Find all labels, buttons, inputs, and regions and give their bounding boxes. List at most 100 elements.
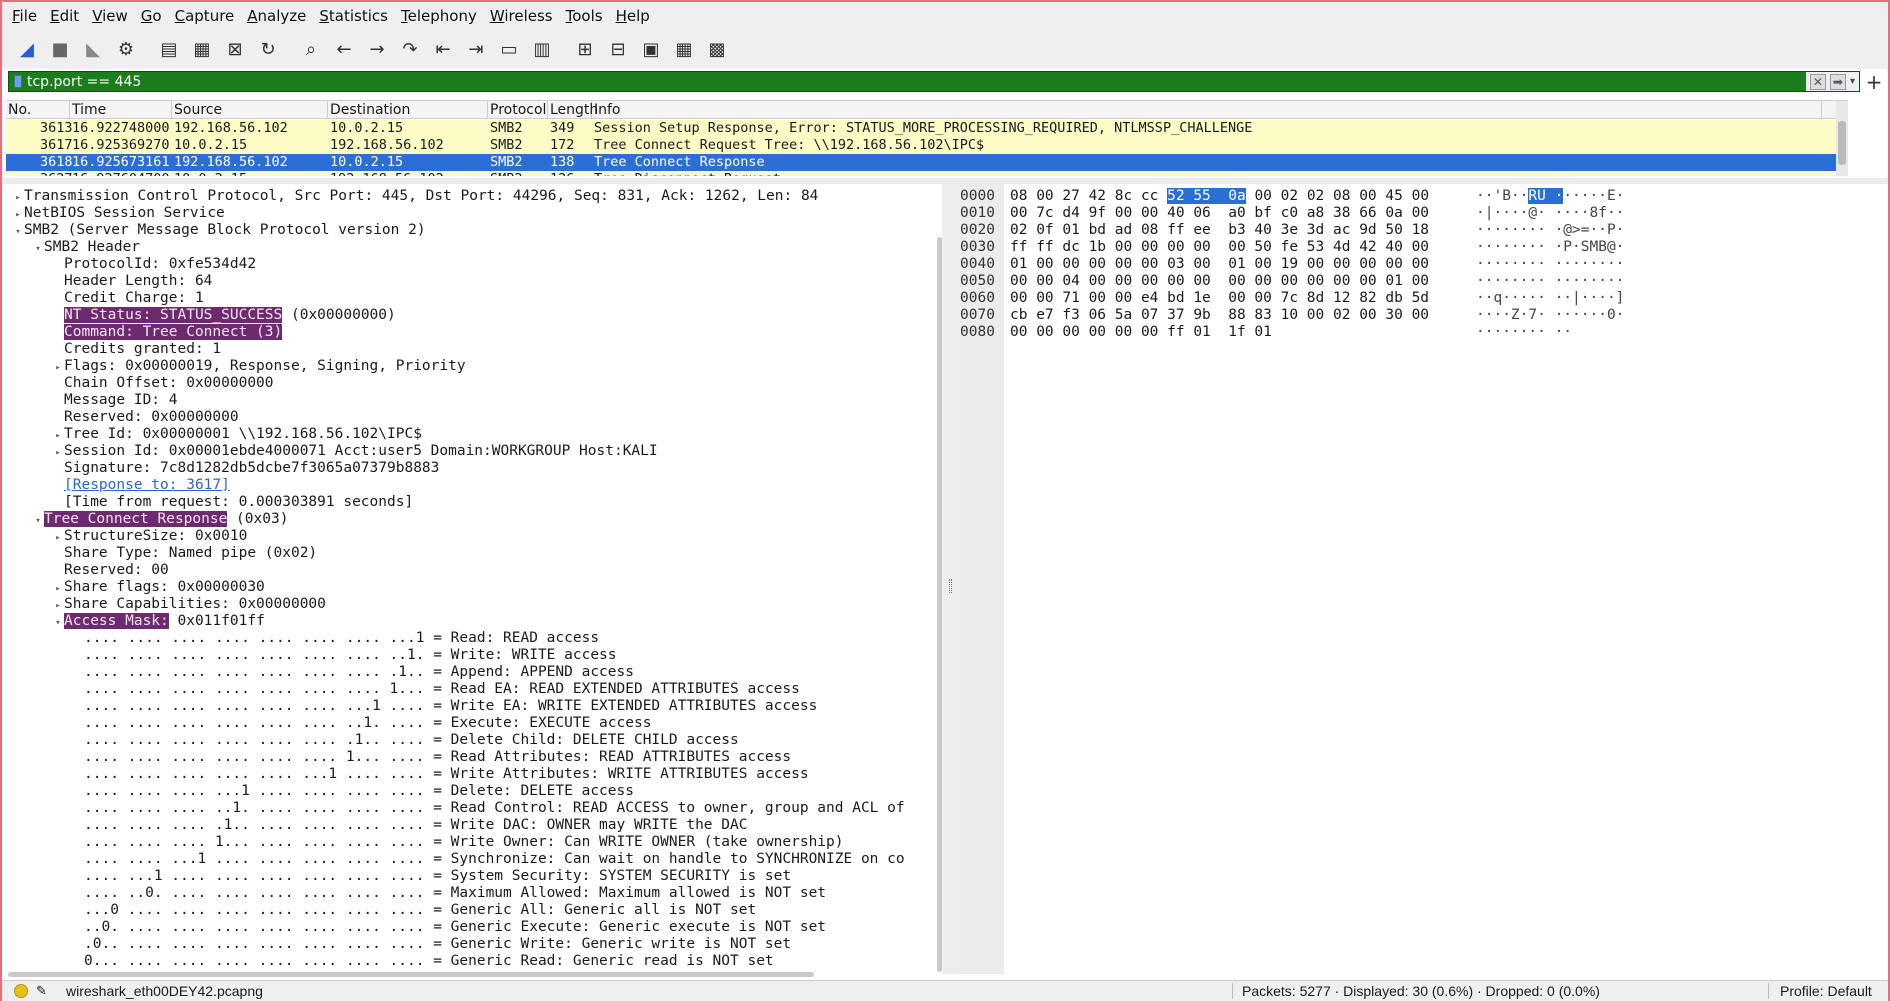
ascii-bytes[interactable]: ········ ·@>=··P· — [1476, 222, 1624, 239]
detail-tree-item[interactable]: ▸ Flags: 0x00000019, Response, Signing, P… — [52, 358, 465, 375]
collapse-arrow-icon[interactable]: ▾ — [32, 513, 44, 530]
packet-row[interactable]: 3613 16.922748000 192.168.56.102 10.0.2.15 S… — [6, 120, 1848, 137]
column-header-destination[interactable]: Destination — [328, 101, 488, 119]
hex-bytes[interactable]: 00 00 71 00 00 e4 bd 1e 00 00 7c 8d 12 8… — [1010, 290, 1429, 307]
hex-bytes[interactable]: 01 00 00 00 00 00 03 00 01 00 19 00 00 0… — [1010, 256, 1429, 273]
stop-icon[interactable]: ■ — [45, 34, 75, 64]
ascii-bytes[interactable]: ········ ·· — [1476, 324, 1572, 341]
detail-tree-item[interactable]: .... .... .... .... .... .... .... 1... … — [72, 681, 800, 698]
save-file-icon[interactable]: ▦ — [187, 34, 217, 64]
close-file-icon[interactable]: ⊠ — [220, 34, 250, 64]
detail-tree-item[interactable]: Command: Tree Connect (3) — [52, 324, 283, 341]
detail-tree-item[interactable]: ▾ Tree Connect Response (0x03) — [32, 511, 288, 528]
filter-history-icon[interactable]: ▾ — [1850, 76, 1855, 87]
packet-list-scrollbar[interactable] — [1836, 101, 1848, 176]
ascii-bytes[interactable]: ··'B··RU ······E· — [1476, 188, 1624, 205]
detail-tree-item[interactable]: ▸ Share flags: 0x00000030 — [52, 579, 265, 596]
colorize-icon[interactable]: ▥ — [527, 34, 557, 64]
ascii-bytes[interactable]: ········ ········ — [1476, 273, 1624, 290]
apply-filter-icon[interactable]: ➡ — [1829, 73, 1846, 90]
detail-tree-item[interactable]: ▸ StructureSize: 0x0010 — [52, 528, 247, 545]
detail-tree-item[interactable]: .... .... .... .... .... .... ...1 .... … — [72, 698, 817, 715]
menu-go[interactable]: Go — [141, 7, 162, 25]
column-header-length[interactable]: Length — [548, 101, 598, 119]
restart-capture-icon[interactable]: ◣ — [78, 34, 108, 64]
detail-tree-item[interactable]: .0.. .... .... .... .... .... .... .... … — [72, 936, 791, 953]
menu-analyze[interactable]: Analyze — [247, 7, 306, 25]
detail-tree-item[interactable]: ...0 .... .... .... .... .... .... .... … — [72, 902, 756, 919]
menu-capture[interactable]: Capture — [175, 7, 235, 25]
collapse-arrow-icon[interactable]: ▾ — [12, 224, 24, 241]
reload-icon[interactable]: ↻ — [253, 34, 283, 64]
ascii-bytes[interactable]: ··q····· ··|····] — [1476, 290, 1624, 307]
detail-tree-item[interactable]: Share Type: Named pipe (0x02) — [52, 545, 317, 562]
detail-tree-item[interactable]: .... ...1 .... .... .... .... .... .... … — [72, 868, 791, 885]
column-header-protocol[interactable]: Protocol — [488, 101, 548, 119]
column-header-no[interactable]: No. — [6, 101, 70, 119]
detail-tree-item[interactable]: Message ID: 4 — [52, 392, 178, 409]
hex-bytes[interactable]: ff ff dc 1b 00 00 00 00 00 50 fe 53 4d 4… — [1010, 239, 1429, 256]
menu-statistics[interactable]: Statistics — [319, 7, 388, 25]
column-header-time[interactable]: Time — [70, 101, 172, 119]
expert-info-icon[interactable] — [14, 984, 28, 998]
hex-bytes[interactable]: 00 00 00 00 00 00 ff 01 1f 01 — [1010, 324, 1272, 341]
resize-columns-icon[interactable]: ▦ — [669, 34, 699, 64]
column-header-info[interactable]: Info — [592, 101, 1822, 119]
detail-tree-item[interactable]: .... .... .... .... .... .... .... ..1. … — [72, 647, 617, 664]
detail-tree-item[interactable]: ▸ Transmission Control Protocol, Src Port… — [12, 188, 818, 205]
detail-tree-item[interactable]: .... .... .... .... .... .... .1.. .... … — [72, 732, 739, 749]
zoom-out-icon[interactable]: ⊟ — [603, 34, 633, 64]
display-filter-input[interactable] — [27, 72, 1806, 91]
detail-tree-item[interactable]: .... .... .... .... .... .... ..1. .... … — [72, 715, 651, 732]
capture-options-icon[interactable]: ⚙ — [111, 34, 141, 64]
profile-selector[interactable]: Profile: Default — [1780, 983, 1872, 999]
menu-file[interactable]: File — [12, 7, 37, 25]
open-file-icon[interactable]: ▤ — [154, 34, 184, 64]
detail-tree-item[interactable]: ▾ Access Mask: 0x011f01ff — [52, 613, 265, 630]
detail-tree-item[interactable]: .... .... ...1 .... .... .... .... .... … — [72, 851, 905, 868]
menu-edit[interactable]: Edit — [50, 7, 79, 25]
column-header-source[interactable]: Source — [172, 101, 328, 119]
detail-tree-item[interactable]: .... .... .... 1... .... .... .... .... … — [72, 834, 844, 851]
collapse-arrow-icon[interactable]: ▾ — [52, 615, 64, 632]
detail-tree-item[interactable]: NT Status: STATUS_SUCCESS (0x00000000) — [52, 307, 396, 324]
detail-tree-item[interactable]: .... .... .... .... .... ...1 .... .... … — [72, 766, 809, 783]
clear-filter-icon[interactable]: ✕ — [1809, 73, 1826, 90]
hex-bytes[interactable]: 00 00 04 00 00 00 00 00 00 00 00 00 00 0… — [1010, 273, 1429, 290]
zoom-in-icon[interactable]: ⊞ — [570, 34, 600, 64]
packet-row[interactable]: 3617 16.925369270 10.0.2.15 192.168.56.102 S… — [6, 137, 1848, 154]
hex-bytes[interactable]: 02 0f 01 bd ad 08 ff ee b3 40 3e 3d ac 9… — [1010, 222, 1429, 239]
detail-tree-item[interactable]: ▸ NetBIOS Session Service — [12, 205, 225, 222]
detail-tree-item[interactable]: Chain Offset: 0x00000000 — [52, 375, 274, 392]
detail-tree-item[interactable]: Reserved: 00 — [52, 562, 169, 579]
detail-tree-item[interactable]: Credit Charge: 1 — [52, 290, 204, 307]
detail-tree-item[interactable]: Signature: 7c8d1282db5dcbe7f3065a07379b8… — [52, 460, 439, 477]
detail-tree-item[interactable]: Credits granted: 1 — [52, 341, 221, 358]
filter-bookmark-icon[interactable] — [9, 72, 27, 91]
autoscroll-icon[interactable]: ▭ — [494, 34, 524, 64]
detail-tree-item[interactable]: [Response to: 3617] — [52, 477, 230, 494]
capture-comment-icon[interactable]: ✎ — [36, 983, 47, 999]
detail-tree-item[interactable]: Reserved: 0x00000000 — [52, 409, 239, 426]
detail-tree-item[interactable]: ▸ Share Capabilities: 0x00000000 — [52, 596, 326, 613]
scrollbar-thumb[interactable] — [1838, 121, 1846, 165]
menu-view[interactable]: View — [92, 7, 128, 25]
layout-icon[interactable]: ▩ — [702, 34, 732, 64]
packet-row[interactable]: 3618 16.925673161 192.168.56.102 10.0.2.15 S… — [6, 154, 1848, 171]
first-packet-icon[interactable]: ⇤ — [428, 34, 458, 64]
hex-bytes[interactable]: cb e7 f3 06 5a 07 37 9b 88 83 10 00 02 0… — [1010, 307, 1429, 324]
detail-tree-item[interactable]: ▾ SMB2 Header — [32, 239, 140, 256]
ascii-bytes[interactable]: ········ ·P·SMB@· — [1476, 239, 1624, 256]
add-filter-button-icon[interactable]: + — [1862, 70, 1886, 94]
detail-tree-item[interactable]: Header Length: 64 — [52, 273, 212, 290]
detail-tree-item[interactable]: .... .... .... .... .... .... .... ...1 … — [72, 630, 599, 647]
hex-bytes[interactable]: 08 00 27 42 8c cc 52 55 0a 00 02 02 08 0… — [1010, 188, 1429, 205]
detail-tree-item[interactable]: .... .... .... .1.. .... .... .... .... … — [72, 817, 747, 834]
detail-tree-item[interactable]: [Time from request: 0.000303891 seconds] — [52, 494, 413, 511]
ascii-bytes[interactable]: ·|····@· ····8f·· — [1476, 205, 1624, 222]
menu-wireless[interactable]: Wireless — [490, 7, 553, 25]
menu-help[interactable]: Help — [616, 7, 650, 25]
detail-tree-item[interactable]: ..0. .... .... .... .... .... .... .... … — [72, 919, 826, 936]
detail-tree-item[interactable]: .... .... .... ...1 .... .... .... .... … — [72, 783, 634, 800]
details-horizontal-scrollbar[interactable] — [8, 972, 814, 977]
